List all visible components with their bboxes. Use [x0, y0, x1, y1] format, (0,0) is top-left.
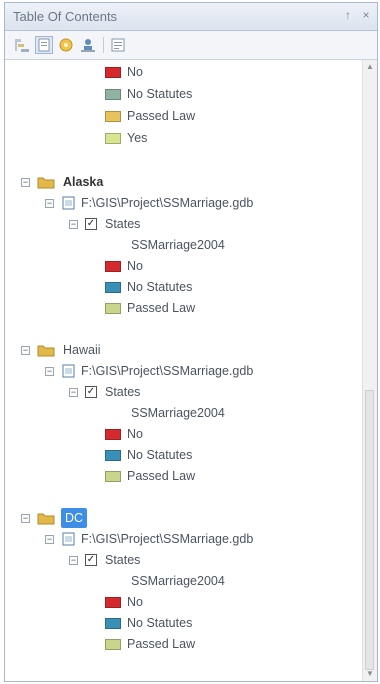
legend-label: Passed Law [127, 637, 196, 651]
renderer-field-name: SSMarriage2004 [131, 238, 225, 252]
legend-item: No [5, 592, 355, 612]
legend-swatch-passed-law [105, 639, 121, 650]
window-title: Table Of Contents [13, 9, 118, 24]
legend-label: Passed Law [127, 469, 196, 483]
legend-swatch-no-statutes [105, 450, 121, 461]
legend-swatch-no-statutes [105, 282, 121, 293]
data-source-row[interactable]: − F:\GIS\Project\SSMarriage.gdb [5, 361, 355, 381]
legend-item: Yes [5, 128, 355, 148]
data-source-path: F:\GIS\Project\SSMarriage.gdb [81, 364, 254, 378]
data-source-row[interactable]: − F:\GIS\Project\SSMarriage.gdb [5, 193, 355, 213]
legend-item: No Statutes [5, 445, 355, 465]
legend-label: Passed Law [127, 109, 196, 123]
options-icon[interactable] [109, 36, 127, 54]
layer-row-states[interactable]: − ✓ States [5, 550, 355, 570]
renderer-field-name: SSMarriage2004 [131, 574, 225, 588]
legend-item: Passed Law [5, 298, 355, 318]
data-source-path: F:\GIS\Project\SSMarriage.gdb [81, 196, 254, 210]
collapse-toggle[interactable]: − [21, 178, 30, 187]
layer-row-states[interactable]: − ✓ States [5, 382, 355, 402]
layer-visibility-checkbox[interactable]: ✓ [85, 218, 97, 230]
data-source-row[interactable]: − F:\GIS\Project\SSMarriage.gdb [5, 529, 355, 549]
collapse-toggle[interactable]: − [69, 556, 78, 565]
data-source-path: F:\GIS\Project\SSMarriage.gdb [81, 532, 254, 546]
legend-swatch-passed-law [105, 471, 121, 482]
geodatabase-icon [61, 196, 77, 216]
collapse-toggle[interactable]: − [45, 199, 54, 208]
toc-tree: No No Statutes Passed Law Yes − Alaska − [5, 60, 361, 681]
legend-label: Passed Law [127, 301, 196, 315]
scrollbar-thumb[interactable] [365, 390, 374, 670]
data-frame-folder-icon [37, 343, 55, 363]
renderer-field-row: SSMarriage2004 [5, 403, 355, 423]
data-frame-hawaii[interactable]: − Hawaii [5, 340, 355, 360]
table-of-contents-window: Table Of Contents ↑ × No No Statutes Pas… [4, 2, 378, 682]
legend-item: No Statutes [5, 277, 355, 297]
geodatabase-icon [61, 532, 77, 552]
renderer-field-name: SSMarriage2004 [131, 406, 225, 420]
collapse-toggle[interactable]: − [21, 514, 30, 523]
legend-item: No [5, 424, 355, 444]
legend-label: No Statutes [127, 87, 193, 101]
collapse-toggle[interactable]: − [69, 388, 78, 397]
renderer-field-row: SSMarriage2004 [5, 235, 355, 255]
pin-icon[interactable]: ↑ [341, 7, 355, 23]
scroll-down-icon[interactable]: ▼ [363, 667, 377, 681]
legend-swatch-passed-law [105, 111, 121, 122]
legend-label: No [127, 427, 143, 441]
legend-item: No [5, 62, 355, 82]
scroll-up-icon[interactable]: ▲ [363, 60, 377, 74]
legend-label: No Statutes [127, 280, 193, 294]
legend-swatch-no-statutes [105, 618, 121, 629]
data-frame-name: Alaska [63, 175, 104, 189]
renderer-field-row: SSMarriage2004 [5, 571, 355, 591]
list-by-selection-icon[interactable] [79, 36, 97, 54]
title-bar[interactable]: Table Of Contents ↑ × [5, 3, 377, 31]
data-frame-name: Hawaii [63, 343, 101, 357]
legend-label: No [127, 259, 143, 273]
legend-item: No Statutes [5, 613, 355, 633]
data-frame-folder-icon [37, 175, 55, 195]
legend-item: Passed Law [5, 106, 355, 126]
collapse-toggle[interactable]: − [45, 367, 54, 376]
legend-swatch-yes [105, 133, 121, 144]
collapse-toggle[interactable]: − [69, 220, 78, 229]
legend-swatch-no-statutes [105, 89, 121, 100]
layer-row-states[interactable]: − ✓ States [5, 214, 355, 234]
layer-name: States [105, 217, 141, 231]
list-by-visibility-icon[interactable] [57, 36, 75, 54]
close-icon[interactable]: × [359, 7, 373, 23]
layer-visibility-checkbox[interactable]: ✓ [85, 554, 97, 566]
legend-item: Passed Law [5, 466, 355, 486]
legend-swatch-no [105, 261, 121, 272]
legend-label: Yes [127, 131, 148, 145]
legend-item: No Statutes [5, 84, 355, 104]
legend-item: Passed Law [5, 634, 355, 654]
collapse-toggle[interactable]: − [45, 535, 54, 544]
list-by-source-icon[interactable] [35, 36, 53, 54]
legend-label: No Statutes [127, 448, 193, 462]
toc-toolbar [5, 31, 377, 60]
layer-name: States [105, 553, 141, 567]
legend-swatch-no [105, 67, 121, 78]
legend-swatch-no [105, 597, 121, 608]
collapse-toggle[interactable]: − [21, 346, 30, 355]
legend-swatch-passed-law [105, 303, 121, 314]
list-by-drawing-order-icon[interactable] [13, 36, 31, 54]
legend-label: No [127, 65, 143, 79]
vertical-scrollbar[interactable]: ▲ ▼ [362, 60, 377, 681]
legend-label: No Statutes [127, 616, 193, 630]
geodatabase-icon [61, 364, 77, 384]
data-frame-alaska[interactable]: − Alaska [5, 172, 355, 192]
layer-name: States [105, 385, 141, 399]
data-frame-dc[interactable]: − DC [5, 508, 355, 528]
legend-item: No [5, 256, 355, 276]
layer-visibility-checkbox[interactable]: ✓ [85, 386, 97, 398]
data-frame-folder-icon [37, 511, 55, 531]
legend-swatch-no [105, 429, 121, 440]
data-frame-name-selected[interactable]: DC [61, 508, 88, 528]
legend-label: No [127, 595, 143, 609]
